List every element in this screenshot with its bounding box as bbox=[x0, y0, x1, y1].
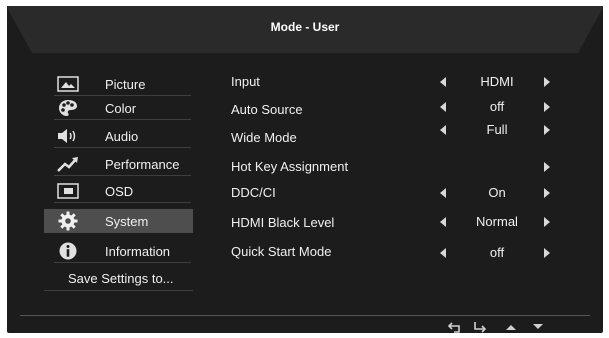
save-settings-button[interactable]: Save Settings to... bbox=[68, 271, 174, 286]
right-arrow-icon[interactable] bbox=[544, 188, 550, 198]
sidebar-item-color[interactable]: Color bbox=[44, 96, 193, 120]
setting-label: Wide Mode bbox=[231, 130, 297, 145]
right-arrow-icon[interactable] bbox=[544, 217, 550, 227]
sidebar-item-performance[interactable]: Performance bbox=[44, 152, 193, 176]
sidebar-item-audio[interactable]: Audio bbox=[44, 124, 193, 148]
enter-icon[interactable] bbox=[473, 321, 487, 333]
page-title: Mode - User bbox=[270, 20, 340, 34]
setting-label: Hot Key Assignment bbox=[231, 159, 349, 174]
divider bbox=[54, 175, 191, 176]
setting-label: Quick Start Mode bbox=[231, 244, 332, 259]
sidebar-item-system[interactable]: System bbox=[44, 209, 193, 233]
title-bar: Mode - User bbox=[7, 6, 603, 56]
sidebar-item-label: System bbox=[105, 214, 149, 229]
setting-label: Input bbox=[231, 74, 260, 89]
left-arrow-icon[interactable] bbox=[440, 125, 446, 135]
sidebar-item-osd[interactable]: OSD bbox=[44, 179, 193, 203]
right-arrow-icon[interactable] bbox=[544, 102, 550, 112]
setting-label: DDC/CI bbox=[231, 185, 276, 200]
divider bbox=[44, 290, 193, 291]
right-arrow-icon[interactable] bbox=[544, 248, 550, 258]
sidebar-item-label: OSD bbox=[105, 184, 134, 199]
picture-icon bbox=[56, 74, 80, 94]
up-icon[interactable] bbox=[504, 321, 518, 333]
gear-icon bbox=[56, 211, 80, 231]
divider bbox=[54, 119, 191, 120]
right-arrow-icon[interactable] bbox=[544, 125, 550, 135]
sidebar-item-label: Information bbox=[105, 244, 171, 259]
down-icon[interactable] bbox=[531, 321, 545, 333]
setting-value: Normal bbox=[476, 214, 518, 229]
setting-value: off bbox=[489, 245, 505, 260]
sidebar-item-information[interactable]: Information bbox=[44, 239, 193, 263]
sidebar-item-label: Picture bbox=[105, 77, 146, 92]
left-arrow-icon[interactable] bbox=[440, 217, 446, 227]
back-icon[interactable] bbox=[448, 321, 462, 333]
right-arrow-icon[interactable] bbox=[544, 77, 550, 87]
performance-icon bbox=[56, 154, 80, 174]
sidebar-item-label: Audio bbox=[105, 129, 139, 144]
left-arrow-icon[interactable] bbox=[440, 77, 446, 87]
setting-label: Auto Source bbox=[231, 102, 303, 117]
setting-value: off bbox=[489, 99, 505, 114]
footer-divider bbox=[20, 315, 590, 316]
divider bbox=[54, 147, 191, 148]
setting-value: On bbox=[488, 185, 506, 200]
setting-value: Full bbox=[486, 122, 508, 137]
setting-value: HDMI bbox=[480, 74, 514, 89]
left-arrow-icon[interactable] bbox=[440, 248, 446, 258]
left-arrow-icon[interactable] bbox=[440, 102, 446, 112]
osd-window: Mode - User Picture Color Audio Performa… bbox=[7, 6, 603, 333]
divider bbox=[54, 202, 191, 203]
sidebar-item-picture[interactable]: Picture bbox=[44, 72, 193, 96]
osd-icon bbox=[56, 181, 80, 201]
setting-label: HDMI Black Level bbox=[231, 215, 335, 230]
sidebar-item-label: Color bbox=[105, 101, 137, 116]
speaker-icon bbox=[56, 126, 80, 146]
left-arrow-icon[interactable] bbox=[440, 188, 446, 198]
info-icon bbox=[56, 241, 80, 261]
sidebar-item-label: Performance bbox=[105, 157, 180, 172]
palette-icon bbox=[56, 98, 80, 118]
divider bbox=[54, 262, 191, 263]
right-arrow-icon[interactable] bbox=[544, 162, 550, 172]
